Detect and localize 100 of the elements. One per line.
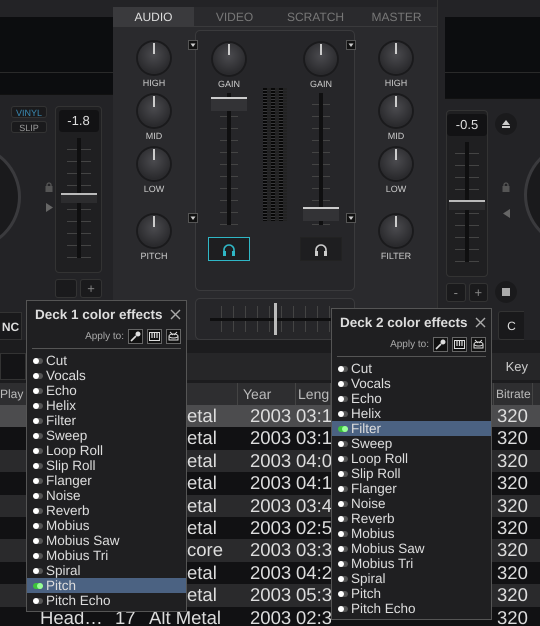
- drum-icon[interactable]: [166, 328, 181, 344]
- close-icon[interactable]: [170, 308, 181, 320]
- apply-label: Apply to:: [85, 330, 124, 342]
- effect-item[interactable]: Reverb: [27, 503, 186, 518]
- effect-item[interactable]: Sweep: [332, 436, 491, 451]
- sync-button[interactable]: NC: [0, 312, 22, 340]
- cue-button[interactable]: C: [498, 311, 524, 340]
- effect-item[interactable]: Cut: [332, 361, 491, 376]
- piano-keys-icon[interactable]: [147, 328, 162, 344]
- effect-item[interactable]: Slip Roll: [27, 458, 186, 473]
- drum-icon[interactable]: [471, 336, 486, 352]
- headphone-button[interactable]: [208, 237, 250, 261]
- knob-label: FILTER: [380, 251, 412, 261]
- fader-thumb[interactable]: [449, 200, 485, 210]
- effect-item[interactable]: Vocals: [332, 376, 491, 391]
- table-cell: 03:1: [296, 427, 331, 448]
- effect-item[interactable]: Cut: [27, 353, 186, 368]
- microphone-icon[interactable]: [433, 336, 448, 352]
- play-icon[interactable]: [46, 203, 52, 212]
- fader-thumb[interactable]: [211, 96, 247, 111]
- effect-item[interactable]: Mobius: [332, 526, 491, 541]
- table-cell: 03:3: [296, 539, 331, 560]
- mode-button[interactable]: SLIP: [11, 121, 47, 133]
- effect-item[interactable]: Spiral: [27, 563, 186, 578]
- effect-item[interactable]: Noise: [27, 488, 186, 503]
- effect-item[interactable]: Mobius Saw: [27, 533, 186, 548]
- table-cell: core: [187, 539, 223, 560]
- table-cell: 2003: [250, 405, 292, 426]
- eject-icon[interactable]: [495, 113, 517, 135]
- table-cell: 2003: [250, 494, 292, 516]
- close-icon[interactable]: [475, 316, 486, 328]
- knob-label: MID: [388, 131, 404, 141]
- table-cell: 2003: [250, 606, 292, 626]
- column-header[interactable]: Play: [0, 387, 24, 401]
- column-label: Key: [506, 359, 528, 374]
- effect-item[interactable]: Echo: [332, 391, 491, 406]
- effect-item[interactable]: Mobius: [27, 518, 186, 533]
- table-cell: 320: [497, 427, 528, 448]
- fader-thumb[interactable]: [303, 207, 339, 222]
- effect-item[interactable]: Helix: [332, 406, 491, 421]
- table-cell: 320: [497, 562, 528, 583]
- knob[interactable]: [138, 148, 170, 180]
- plus-button[interactable]: +: [80, 279, 102, 298]
- effect-item[interactable]: Mobius Tri: [332, 556, 491, 571]
- knob[interactable]: [138, 215, 170, 247]
- knob[interactable]: [305, 43, 337, 75]
- minus-button[interactable]: -: [446, 283, 466, 302]
- effect-item[interactable]: Spiral: [332, 571, 491, 586]
- effect-item[interactable]: Filter: [332, 421, 491, 436]
- effect-item[interactable]: Filter: [27, 413, 186, 428]
- crossfader-thumb[interactable]: [274, 303, 276, 335]
- effect-item[interactable]: Loop Roll: [27, 443, 186, 458]
- fader-thumb[interactable]: [60, 193, 96, 203]
- effect-item[interactable]: Noise: [332, 496, 491, 511]
- knob[interactable]: [138, 95, 170, 127]
- table-cell: 2003: [250, 584, 292, 606]
- table-cell: 02:3: [296, 606, 331, 626]
- effect-item[interactable]: Slip Roll: [332, 466, 491, 481]
- apply-label: Apply to:: [390, 338, 429, 350]
- table-cell: 03:1: [296, 405, 331, 426]
- effect-item[interactable]: Mobius Tri: [27, 548, 186, 563]
- knob[interactable]: [380, 42, 412, 74]
- knob[interactable]: [380, 148, 412, 180]
- knob-label: HIGH: [384, 78, 408, 88]
- search-field[interactable]: [0, 353, 26, 380]
- knob[interactable]: [138, 42, 170, 74]
- effect-item[interactable]: Reverb: [332, 511, 491, 526]
- effect-item[interactable]: Sweep: [27, 428, 186, 443]
- stop-icon[interactable]: [495, 281, 517, 303]
- table-cell: 2003: [250, 450, 292, 471]
- popup-title: Deck 1 color effects: [35, 306, 163, 322]
- effect-item[interactable]: Echo: [27, 383, 186, 398]
- knob[interactable]: [380, 95, 412, 127]
- table-cell: etal: [187, 516, 217, 538]
- mixer-tab[interactable]: AUDIO: [113, 7, 194, 26]
- table-cell: 320: [497, 539, 528, 560]
- knob[interactable]: [213, 43, 245, 75]
- table-cell: 320: [497, 606, 528, 626]
- triangle-left-icon[interactable]: [502, 209, 510, 218]
- effect-item[interactable]: Mobius Saw: [332, 541, 491, 556]
- knob-label: HIGH: [142, 78, 166, 88]
- effect-item[interactable]: Loop Roll: [332, 451, 491, 466]
- microphone-icon[interactable]: [128, 328, 143, 344]
- knob[interactable]: [380, 215, 412, 247]
- plus-button[interactable]: +: [468, 283, 488, 302]
- effect-item[interactable]: Pitch Echo: [27, 593, 186, 608]
- table-cell: 03:4: [296, 494, 331, 516]
- effect-item[interactable]: Helix: [27, 398, 186, 413]
- effect-item[interactable]: Vocals: [27, 368, 186, 383]
- table-cell: Alt Metal: [149, 606, 221, 626]
- effect-item[interactable]: Pitch: [332, 586, 491, 601]
- effect-item[interactable]: Flanger: [332, 481, 491, 496]
- mode-button[interactable]: VINYL: [11, 106, 47, 118]
- table-cell: etal: [187, 584, 217, 606]
- table-cell: 02:5: [296, 516, 331, 538]
- piano-keys-icon[interactable]: [452, 336, 467, 352]
- effect-item[interactable]: Flanger: [27, 473, 186, 488]
- table-cell: etal: [187, 405, 217, 426]
- headphone-button[interactable]: [300, 237, 342, 261]
- effect-item[interactable]: Pitch: [27, 578, 186, 593]
